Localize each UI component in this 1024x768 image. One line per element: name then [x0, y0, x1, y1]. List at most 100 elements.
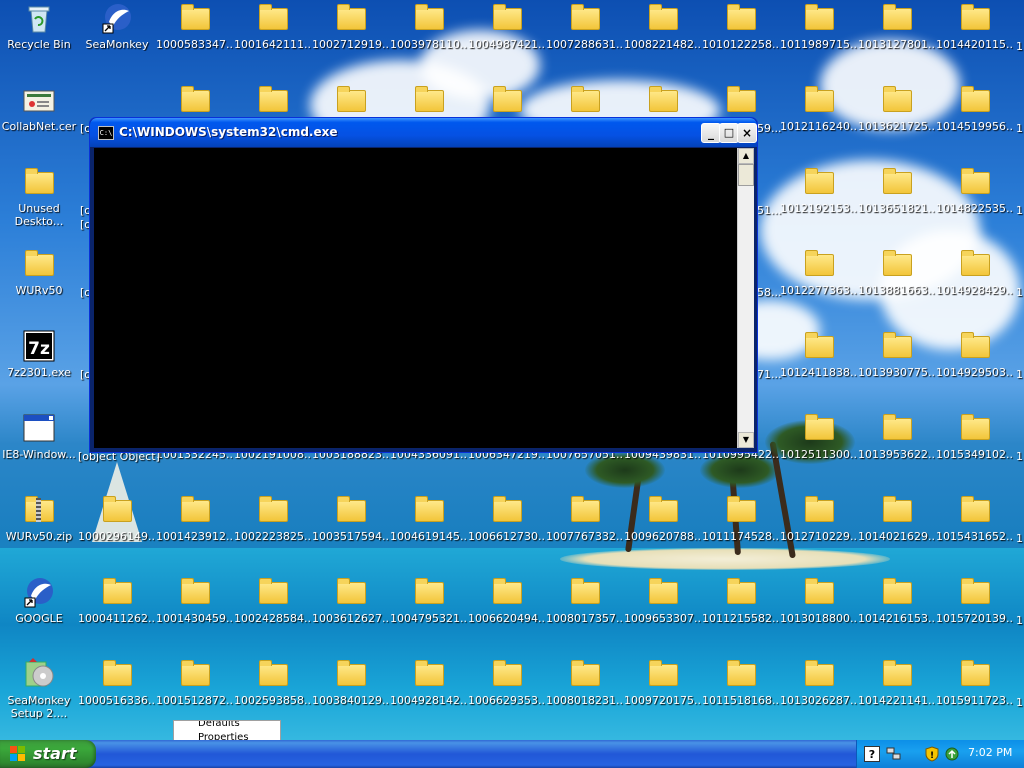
scroll-thumb[interactable]: [738, 164, 754, 186]
desktop-folder[interactable]: 1015911723...: [936, 658, 1014, 707]
desktop-folder[interactable]: 1004987421...: [468, 2, 546, 51]
network-icon[interactable]: [886, 746, 902, 762]
desktop-folder[interactable]: 1006620494...: [468, 576, 546, 625]
update-icon[interactable]: [944, 746, 960, 762]
desktop-icon-folder[interactable]: WURv50: [0, 248, 78, 297]
scroll-up-button[interactable]: ▲: [738, 148, 754, 164]
desktop-folder[interactable]: [234, 84, 312, 116]
desktop-folder[interactable]: 1004619145...: [390, 494, 468, 543]
desktop-folder[interactable]: 1015431652...: [936, 494, 1014, 543]
desktop-folder[interactable]: 1000411262...: [78, 576, 156, 625]
desktop-folder[interactable]: 1014420115...: [936, 2, 1014, 51]
desktop-folder[interactable]: 1003978110...: [390, 2, 468, 51]
desktop-folder[interactable]: 1002593858...: [234, 658, 312, 707]
desktop-folder[interactable]: 1001642111...: [234, 2, 312, 51]
desktop-folder[interactable]: 1000516336...: [78, 658, 156, 707]
desktop-folder[interactable]: 1015720139...: [936, 576, 1014, 625]
desktop-icon-cert[interactable]: CollabNet.cer: [0, 84, 78, 133]
desktop-folder[interactable]: 1012710229...: [780, 494, 858, 543]
desktop-folder[interactable]: 1011215582...: [702, 576, 780, 625]
desktop-icon-setup[interactable]: SeaMonkey Setup 2....: [0, 658, 78, 720]
desktop-folder[interactable]: 1003517594...: [312, 494, 390, 543]
desktop-folder[interactable]: 1007767332...: [546, 494, 624, 543]
desktop-icon-sevenzip[interactable]: 7z 7z2301.exe: [0, 330, 78, 379]
desktop-icon-zip[interactable]: WURv50.zip: [0, 494, 78, 543]
desktop-icon-recycle[interactable]: Recycle Bin: [0, 2, 78, 51]
desktop-folder[interactable]: 1004795321...: [390, 576, 468, 625]
folder-icon: [881, 494, 913, 526]
desktop-folder[interactable]: 1014216153...: [858, 576, 936, 625]
desktop-folder[interactable]: 1010122258...: [702, 2, 780, 51]
desktop-icon-seamonkey[interactable]: SeaMonkey: [78, 2, 156, 51]
desktop-folder[interactable]: 1012116240...: [780, 84, 858, 133]
desktop-folder[interactable]: 1004928142...: [390, 658, 468, 707]
desktop-folder[interactable]: 1002712919...: [312, 2, 390, 51]
desktop-folder[interactable]: 1013026287...: [780, 658, 858, 707]
desktop-folder[interactable]: 1008018231...: [546, 658, 624, 707]
folder-label: 1000516336...: [78, 694, 156, 707]
maximize-button[interactable]: □: [719, 123, 739, 143]
desktop-folder[interactable]: [702, 84, 780, 116]
desktop-folder[interactable]: 1002223825...: [234, 494, 312, 543]
desktop-folder[interactable]: 1012411838...: [780, 330, 858, 379]
desktop-folder[interactable]: 1013127801...: [858, 2, 936, 51]
help-icon[interactable]: ?: [864, 746, 880, 762]
desktop-folder[interactable]: 1014021629...: [858, 494, 936, 543]
desktop-folder[interactable]: 1014221141...: [858, 658, 936, 707]
desktop-folder[interactable]: 1013953622...: [858, 412, 936, 461]
desktop-folder[interactable]: [390, 84, 468, 116]
desktop-folder[interactable]: 1012192153...: [780, 166, 858, 215]
desktop-folder[interactable]: 1001423912...: [156, 494, 234, 543]
close-button[interactable]: ×: [737, 123, 757, 143]
desktop-folder[interactable]: 1013018800...: [780, 576, 858, 625]
desktop-folder[interactable]: [312, 84, 390, 116]
clock[interactable]: 7:02 PM: [968, 746, 1012, 759]
vertical-scrollbar[interactable]: ▲ ▼: [737, 148, 754, 448]
desktop-icon-seamonkey[interactable]: GOOGLE: [0, 576, 78, 625]
desktop-folder[interactable]: 1003840129...: [312, 658, 390, 707]
desktop-folder[interactable]: 1013881663...: [858, 248, 936, 297]
desktop-folder[interactable]: 1008221482...: [624, 2, 702, 51]
desktop-folder[interactable]: 1003612627...: [312, 576, 390, 625]
desktop-folder[interactable]: 1013621725...: [858, 84, 936, 133]
minimize-button[interactable]: _: [701, 123, 721, 143]
desktop-folder[interactable]: 1014929503...: [936, 330, 1014, 379]
desktop-folder[interactable]: 1015349102...: [936, 412, 1014, 461]
console-output[interactable]: [94, 148, 737, 448]
desktop-folder[interactable]: 1013930775...: [858, 330, 936, 379]
desktop-folder[interactable]: 1012277363...: [780, 248, 858, 297]
desktop-folder[interactable]: 1000583347...: [156, 2, 234, 51]
desktop-folder[interactable]: 1011174528...: [702, 494, 780, 543]
context-menu[interactable]: Defaults Properties: [173, 720, 281, 742]
desktop-folder[interactable]: 1009620788...: [624, 494, 702, 543]
desktop-folder[interactable]: 1014822535...: [936, 166, 1014, 215]
cmd-window[interactable]: C:\ C:\WINDOWS\system32\cmd.exe _ □ × ▲ …: [89, 117, 758, 453]
security-shield-icon[interactable]: !: [924, 746, 940, 762]
desktop-folder[interactable]: 1014519956...: [936, 84, 1014, 133]
desktop-folder[interactable]: 1008017357...: [546, 576, 624, 625]
desktop-icon-window[interactable]: IE8-Window...: [0, 412, 78, 461]
start-button[interactable]: start: [0, 740, 96, 768]
desktop-folder[interactable]: [468, 84, 546, 116]
desktop-folder[interactable]: 1009720175...: [624, 658, 702, 707]
desktop-folder[interactable]: 1001512872...: [156, 658, 234, 707]
desktop-folder[interactable]: 1006629353...: [468, 658, 546, 707]
desktop-folder[interactable]: 1011989715...: [780, 2, 858, 51]
desktop-folder[interactable]: [624, 84, 702, 116]
desktop-folder[interactable]: 1007288631...: [546, 2, 624, 51]
desktop-folder[interactable]: [156, 84, 234, 116]
desktop-folder[interactable]: 1002428584...: [234, 576, 312, 625]
desktop-icon-folder[interactable]: Unused Deskto...: [0, 166, 78, 228]
desktop-folder[interactable]: [546, 84, 624, 116]
desktop-folder[interactable]: 1006612730...: [468, 494, 546, 543]
desktop-folder[interactable]: 1009653307...: [624, 576, 702, 625]
scroll-down-button[interactable]: ▼: [738, 432, 754, 448]
desktop-folder[interactable]: 1001430459...: [156, 576, 234, 625]
desktop-folder[interactable]: 1000296149...: [78, 494, 156, 543]
desktop-folder[interactable]: 1011518168...: [702, 658, 780, 707]
menu-item-defaults[interactable]: Defaults: [174, 721, 280, 729]
desktop-folder[interactable]: 1012511300...: [780, 412, 858, 461]
desktop-folder[interactable]: 1014928429...: [936, 248, 1014, 297]
cmd-titlebar[interactable]: C:\ C:\WINDOWS\system32\cmd.exe _ □ ×: [90, 118, 757, 147]
desktop-folder[interactable]: 1013651821...: [858, 166, 936, 215]
